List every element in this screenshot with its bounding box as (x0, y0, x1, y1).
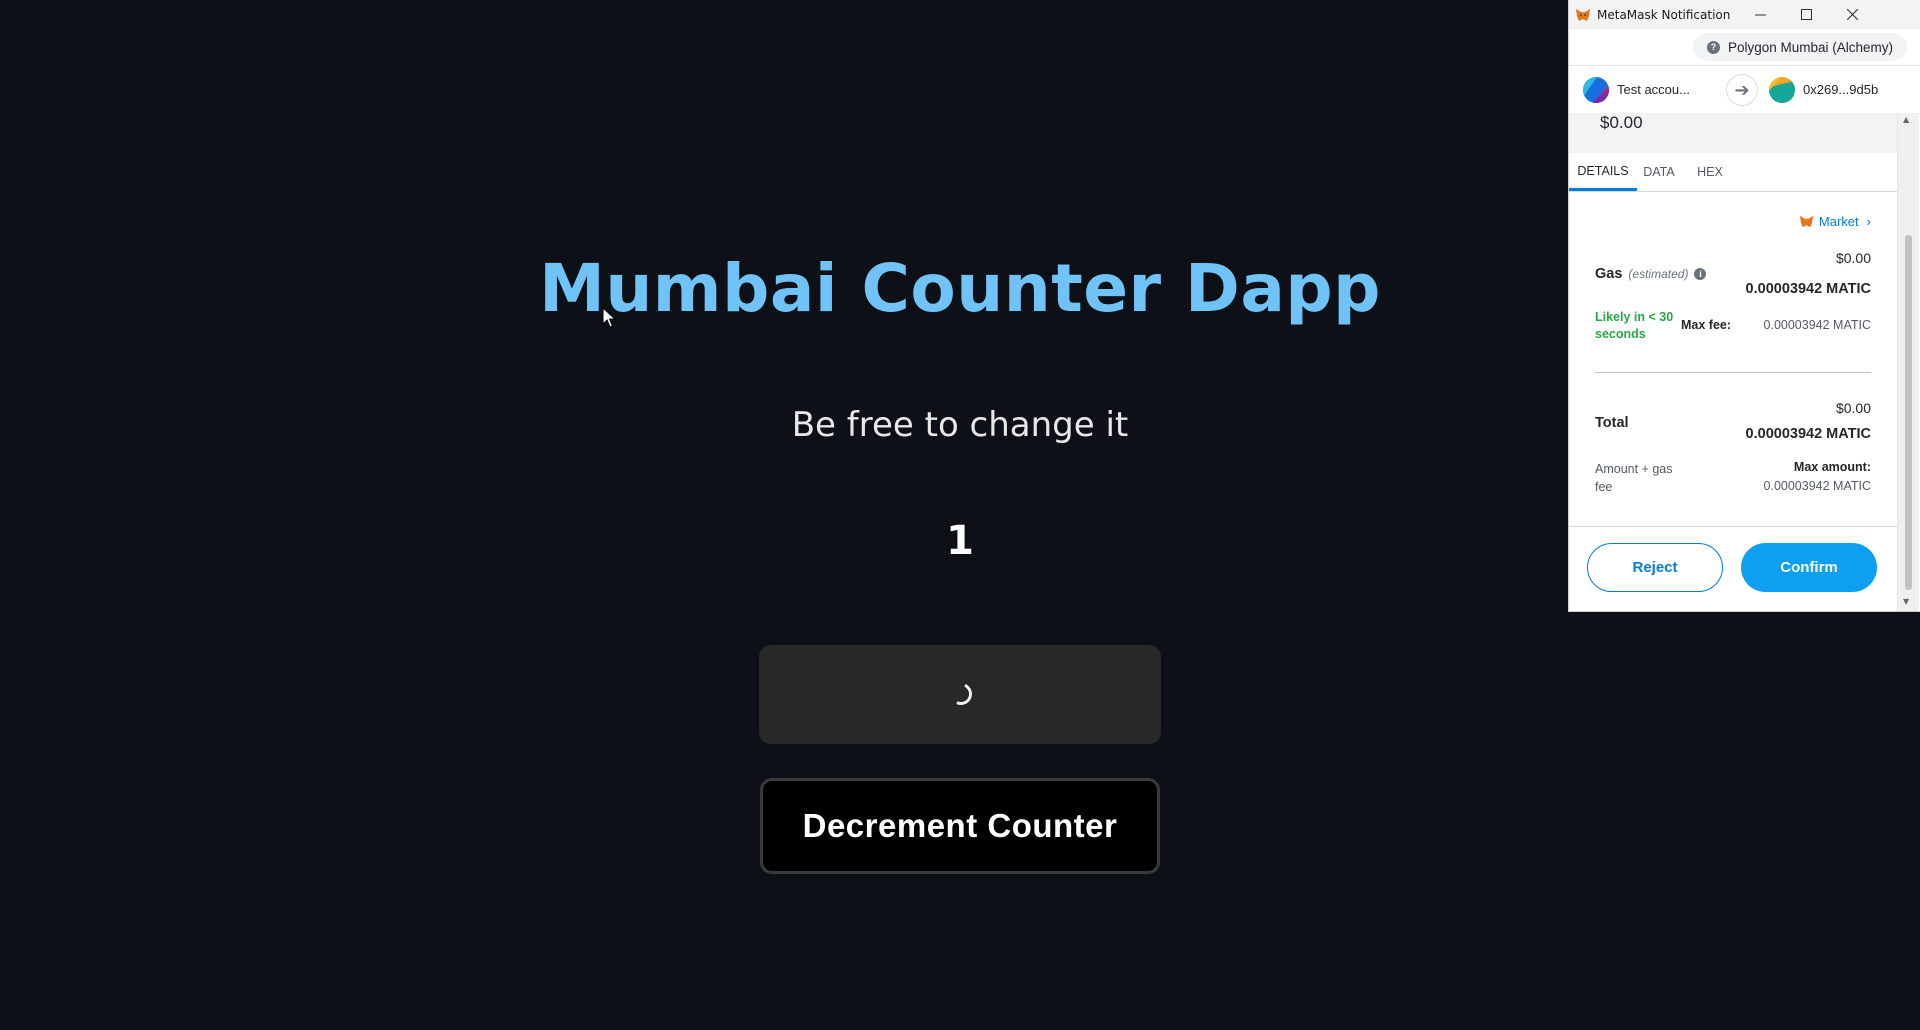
gas-fiat: $0.00 (1835, 250, 1871, 266)
gas-estimated: (estimated) (1628, 267, 1689, 281)
tab-data[interactable]: DATA (1637, 153, 1681, 191)
divider (1595, 372, 1871, 373)
decrement-button[interactable]: Decrement Counter (760, 778, 1160, 874)
fox-icon (1799, 215, 1813, 228)
likely-time: Likely in < 30 seconds (1595, 310, 1674, 341)
network-name: Polygon Mumbai (Alchemy) (1727, 39, 1893, 55)
arrow-right-icon: ➔ (1726, 74, 1758, 106)
reject-button[interactable]: Reject (1587, 543, 1723, 592)
gas-label-group: Gas (estimated) i (1595, 266, 1707, 282)
market-label: Market (1818, 214, 1859, 229)
amount-row: $0.00 (1569, 113, 1897, 153)
details-panel: Market › $0.00 Gas (estimated) i 0.00003… (1569, 192, 1897, 526)
window-title: MetaMask Notification (1597, 7, 1731, 22)
amount-gas-fee-label: Amount + gas fee (1595, 462, 1673, 494)
question-icon: ? (1706, 40, 1720, 54)
scroll-down-icon[interactable]: ▼ (1903, 597, 1909, 606)
scroll-thumb[interactable] (1905, 235, 1912, 590)
metamask-popup: MetaMask Notification ? Polygon Mumbai (… (1568, 0, 1920, 612)
gas-label: Gas (1595, 266, 1623, 282)
gas-amount: 0.00003942 MATIC (1745, 281, 1871, 297)
total-amount: 0.00003942 MATIC (1745, 426, 1871, 442)
network-selector[interactable]: ? Polygon Mumbai (Alchemy) (1692, 33, 1907, 61)
maximize-icon (1800, 9, 1812, 20)
market-edit-link[interactable]: Market › (1799, 214, 1871, 229)
total-label: Total (1595, 415, 1629, 431)
tab-hex[interactable]: HEX (1683, 153, 1737, 191)
mouse-cursor-icon (602, 307, 617, 328)
max-fee-value: 0.00003942 MATIC (1763, 318, 1871, 332)
to-account-avatar (1769, 77, 1795, 103)
maximize-button[interactable] (1783, 0, 1829, 29)
max-amount-label: Max amount: (1793, 460, 1871, 474)
minimize-button[interactable] (1737, 0, 1783, 29)
from-account-avatar (1583, 77, 1609, 103)
to-account-address: 0x269...9d5b (1803, 82, 1879, 97)
from-account-name: Test accou... (1617, 82, 1690, 97)
tab-details[interactable]: DETAILS (1569, 153, 1637, 191)
action-footer: Reject Confirm (1569, 526, 1897, 611)
scrollbar[interactable]: ▲ ▼ (1897, 113, 1919, 611)
scroll-up-icon[interactable]: ▲ (1903, 115, 1909, 124)
window-titlebar: MetaMask Notification (1569, 0, 1920, 29)
info-icon[interactable]: i (1694, 268, 1707, 280)
amount-fiat: $0.00 (1600, 113, 1643, 132)
tab-bar: DETAILS DATA HEX (1569, 153, 1897, 192)
total-fiat: $0.00 (1835, 400, 1871, 416)
close-icon (1846, 9, 1858, 20)
network-row: ? Polygon Mumbai (Alchemy) (1569, 29, 1920, 66)
minimize-icon (1754, 14, 1766, 16)
close-button[interactable] (1829, 0, 1875, 29)
account-transfer-row: Test accou... ➔ 0x269...9d5b (1569, 66, 1920, 114)
max-fee-label: Max fee: (1681, 318, 1732, 332)
max-amount-value: 0.00003942 MATIC (1763, 479, 1871, 493)
confirm-button[interactable]: Confirm (1741, 543, 1877, 592)
metamask-fox-icon (1576, 8, 1590, 21)
chevron-right-icon: › (1866, 214, 1871, 229)
